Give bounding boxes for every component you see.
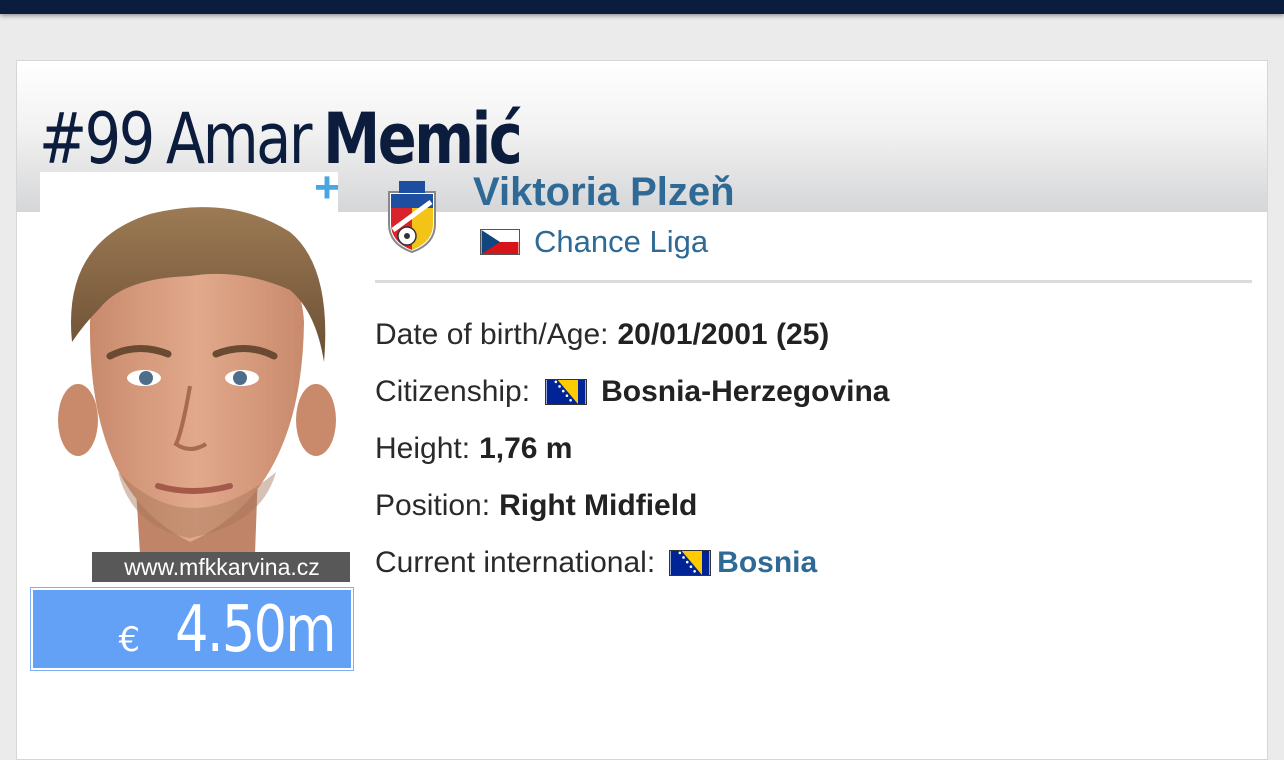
player-first-name: Amar bbox=[165, 98, 313, 180]
add-to-watchlist-button[interactable]: + bbox=[309, 166, 345, 210]
club-crest-icon[interactable] bbox=[385, 178, 439, 254]
photo-credit: www.mfkkarvina.cz bbox=[92, 552, 350, 582]
bosnia-flag-icon bbox=[669, 549, 712, 576]
top-navigation-bar bbox=[0, 0, 1284, 14]
league-name-link[interactable]: Chance Liga bbox=[534, 224, 708, 260]
bosnia-flag-icon bbox=[545, 378, 588, 405]
dob-label: Date of birth/Age: bbox=[375, 317, 609, 351]
citizenship-value: Bosnia-Herzegovina bbox=[601, 374, 890, 408]
market-value-box[interactable]: €4.50m bbox=[30, 587, 354, 671]
height-value: 1,76 m bbox=[479, 431, 573, 465]
position-row: Position: Right Midfield bbox=[375, 477, 889, 534]
player-photo[interactable] bbox=[40, 172, 338, 554]
position-label: Position: bbox=[375, 488, 491, 522]
player-title: #99 Amar Memić bbox=[39, 98, 523, 180]
international-team-link[interactable]: Bosnia bbox=[717, 546, 817, 580]
height-label: Height: bbox=[375, 431, 471, 465]
club-divider bbox=[375, 280, 1252, 283]
dob-value: 20/01/2001 (25) bbox=[617, 317, 830, 351]
czech-flag-icon bbox=[480, 229, 520, 255]
player-number: #99 bbox=[39, 98, 155, 180]
citizenship-row: Citizenship: Bosnia-Herzegovina bbox=[375, 363, 889, 420]
dob-row: Date of birth/Age: 20/01/2001 (25) bbox=[375, 306, 889, 363]
position-value: Right Midfield bbox=[499, 488, 698, 522]
market-value-amount: 4.50m bbox=[175, 593, 336, 667]
league-info: Chance Liga bbox=[480, 222, 708, 262]
market-value-currency: € bbox=[118, 620, 141, 660]
citizenship-label: Citizenship: bbox=[375, 374, 531, 408]
international-row: Current international: Bosnia bbox=[375, 534, 889, 591]
club-name-link[interactable]: Viktoria Plzeň bbox=[473, 168, 735, 216]
height-row: Height: 1,76 m bbox=[375, 420, 889, 477]
international-label: Current international: bbox=[375, 545, 656, 579]
player-portrait-image bbox=[40, 172, 338, 554]
player-details: Date of birth/Age: 20/01/2001 (25) Citiz… bbox=[375, 306, 889, 591]
